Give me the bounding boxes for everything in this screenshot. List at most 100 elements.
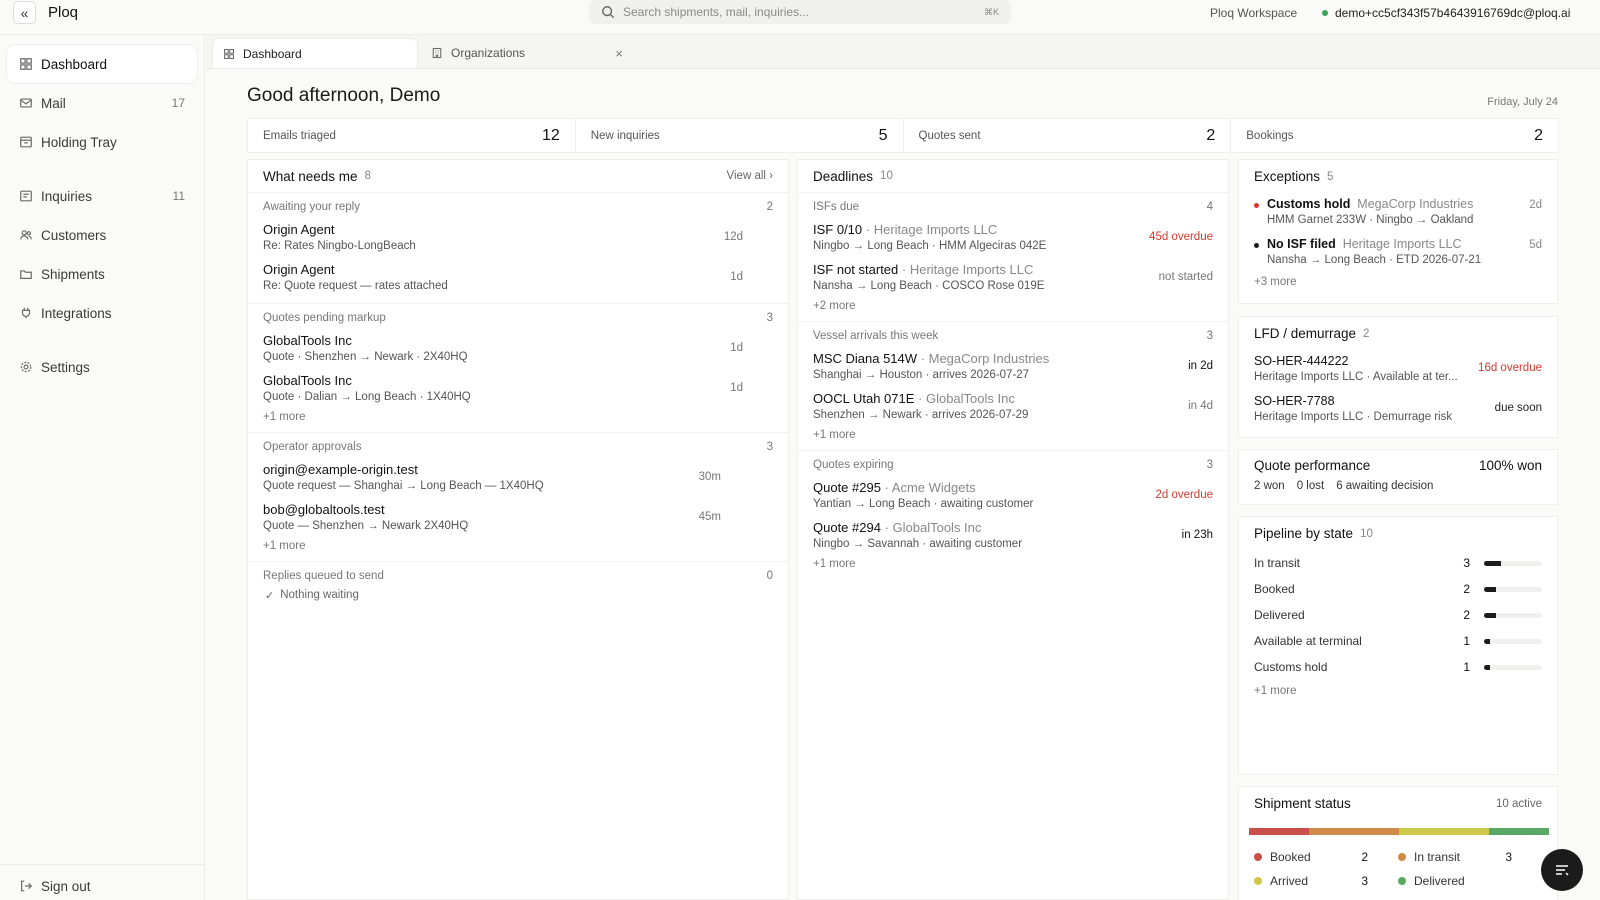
deadline-row[interactable]: Quote #295 · Acme Widgets Yantian → Long … bbox=[813, 475, 1213, 515]
list-item[interactable]: bob@globaltools.test Quote — Shenzhen → N… bbox=[263, 497, 773, 537]
pipeline-bar-track bbox=[1484, 638, 1542, 644]
empty-state-label: Nothing waiting bbox=[280, 589, 359, 601]
status-segment-booked bbox=[1249, 828, 1309, 835]
status-segment-delivered bbox=[1489, 828, 1549, 835]
sidebar-item-shipments[interactable]: Shipments bbox=[7, 255, 197, 293]
quote-breakdown: 2 won 0 lost 6 awaiting decision bbox=[1239, 480, 1557, 492]
panel-count: 10 bbox=[1360, 527, 1373, 540]
list-item[interactable]: GlobalTools Inc Quote · Shenzhen → Newark… bbox=[263, 328, 773, 368]
sidebar-item-label: Holding Tray bbox=[41, 134, 117, 150]
item-title: MSC Diana 514W bbox=[813, 351, 918, 366]
pipeline-bar-fill bbox=[1484, 586, 1496, 592]
show-more-link[interactable]: +1 more bbox=[813, 426, 1213, 444]
list-item[interactable]: GlobalTools Inc Quote · Dalian → Long Bea… bbox=[263, 368, 773, 408]
grid-icon bbox=[19, 57, 33, 71]
group-title: ISFs due bbox=[813, 201, 860, 213]
sidebar-item-settings[interactable]: Settings bbox=[7, 348, 197, 386]
sign-out-icon bbox=[19, 879, 33, 893]
group-count: 3 bbox=[766, 312, 773, 324]
sidebar-item-integrations[interactable]: Integrations bbox=[7, 294, 197, 332]
group-count: 3 bbox=[766, 441, 773, 453]
pipeline-row[interactable]: Available at terminal 1 bbox=[1239, 628, 1557, 654]
stat-quotes-sent: Quotes sent 2 bbox=[904, 119, 1232, 152]
item-subtitle: Re: Rates Ningbo-LongBeach bbox=[263, 240, 416, 252]
exception-row[interactable]: Customs hold MegaCorp Industries HMM Garn… bbox=[1239, 193, 1557, 233]
show-more-link[interactable]: +1 more bbox=[263, 408, 773, 426]
sidebar-item-customers[interactable]: Customers bbox=[7, 216, 197, 254]
sidebar-item-inquiries[interactable]: Inquiries 11 bbox=[7, 177, 197, 215]
sign-out-button[interactable]: Sign out bbox=[7, 867, 197, 900]
workspace-switcher[interactable]: Ploq Workspace bbox=[1210, 6, 1297, 20]
item-age: 45m bbox=[698, 511, 721, 523]
tab-dashboard[interactable]: Dashboard bbox=[212, 38, 418, 68]
pipeline-row[interactable]: Booked 2 bbox=[1239, 576, 1557, 602]
close-tab-icon[interactable]: × bbox=[615, 46, 623, 61]
item-title: GlobalTools Inc bbox=[263, 373, 352, 388]
collapse-sidebar-button[interactable]: « bbox=[13, 1, 36, 24]
item-title: Quote #294 bbox=[813, 520, 881, 535]
item-status: due soon bbox=[1494, 402, 1542, 414]
item-subtitle: Shenzhen → Newark · arrives 2026-07-29 bbox=[813, 409, 1029, 421]
search-input[interactable]: Search shipments, mail, inquiries... ⌘K bbox=[589, 0, 1011, 24]
list-item[interactable]: origin@example-origin.test Quote request … bbox=[263, 457, 773, 497]
quotes-lost: 0 lost bbox=[1296, 480, 1325, 492]
stat-label: Emails triaged bbox=[263, 129, 336, 142]
item-title: Origin Agent bbox=[263, 262, 335, 277]
assistant-fab-button[interactable] bbox=[1541, 849, 1583, 891]
empty-state: ✓ Nothing waiting bbox=[263, 586, 773, 604]
show-more-link[interactable]: +1 more bbox=[1239, 682, 1557, 700]
list-item[interactable]: Origin Agent Re: Rates Ningbo-LongBeach 12… bbox=[263, 217, 773, 257]
view-all-link[interactable]: View all › bbox=[727, 170, 773, 182]
grid-icon bbox=[223, 48, 235, 60]
status-segment-in-transit bbox=[1309, 828, 1399, 835]
active-count: 10 active bbox=[1495, 797, 1542, 810]
sidebar-item-dashboard[interactable]: Dashboard bbox=[7, 45, 197, 83]
lfd-row[interactable]: SO-HER-444222 Heritage Imports LLC · Avai… bbox=[1239, 350, 1557, 390]
tab-organizations[interactable]: Organizations × bbox=[421, 38, 627, 68]
deadline-row[interactable]: ISF not started · Heritage Imports LLC Na… bbox=[813, 257, 1213, 297]
sidebar-item-label: Mail bbox=[41, 95, 66, 111]
deadline-row[interactable]: OOCL Utah 071E · GlobalTools Inc Shenzhen… bbox=[813, 386, 1213, 426]
pipeline-bar-fill bbox=[1484, 664, 1490, 670]
show-more-link[interactable]: +3 more bbox=[1239, 273, 1557, 291]
show-more-link[interactable]: +1 more bbox=[813, 555, 1213, 573]
sign-out-label: Sign out bbox=[41, 878, 91, 894]
panel-header: Shipment status 10 active bbox=[1239, 787, 1557, 820]
stat-new-inquiries: New inquiries 5 bbox=[576, 119, 904, 152]
item-party: GlobalTools Inc bbox=[892, 520, 982, 535]
lfd-row[interactable]: SO-HER-7788 Heritage Imports LLC · Demurr… bbox=[1239, 390, 1557, 430]
item-title: SO-HER-7788 bbox=[1254, 394, 1335, 408]
pipeline-row[interactable]: Delivered 2 bbox=[1239, 602, 1557, 628]
lfd-demurrage-card: LFD / demurrage 2 SO-HER-444222 Heritage I… bbox=[1238, 316, 1558, 438]
panel-count: 5 bbox=[1327, 170, 1334, 183]
pipeline-row[interactable]: Customs hold 1 bbox=[1239, 654, 1557, 680]
item-title: ISF not started bbox=[813, 262, 899, 277]
panel-header: Pipeline by state 10 bbox=[1239, 517, 1557, 550]
pipeline-row[interactable]: In transit 3 bbox=[1239, 550, 1557, 576]
group-count: 3 bbox=[1206, 330, 1213, 342]
show-more-link[interactable]: +1 more bbox=[263, 537, 773, 555]
sidebar-item-mail[interactable]: Mail 17 bbox=[7, 84, 197, 122]
folder-icon bbox=[19, 267, 33, 281]
exception-row[interactable]: No ISF filed Heritage Imports LLC Nansha … bbox=[1239, 233, 1557, 273]
page-title: Good afternoon, Demo bbox=[247, 85, 441, 106]
deadline-row[interactable]: MSC Diana 514W · MegaCorp Industries Shan… bbox=[813, 346, 1213, 386]
item-age: 1d bbox=[730, 342, 743, 354]
item-title: GlobalTools Inc bbox=[263, 333, 352, 348]
show-more-link[interactable]: +2 more bbox=[813, 297, 1213, 315]
pipeline-label: Customs hold bbox=[1254, 660, 1328, 674]
pipeline-bar-fill bbox=[1484, 612, 1496, 618]
stat-value: 2 bbox=[1206, 126, 1216, 144]
deadline-row[interactable]: ISF 0/10 · Heritage Imports LLC Ningbo → … bbox=[813, 217, 1213, 257]
list-item[interactable]: Origin Agent Re: Quote request — rates at… bbox=[263, 257, 773, 297]
stat-label: Bookings bbox=[1246, 129, 1294, 142]
legend-dot bbox=[1398, 877, 1406, 885]
sidebar-item-holding-tray[interactable]: Holding Tray bbox=[7, 123, 197, 161]
online-status-dot bbox=[1322, 10, 1328, 16]
pipeline-count: 2 bbox=[1463, 582, 1470, 596]
item-title: ISF 0/10 bbox=[813, 222, 863, 237]
deadline-row[interactable]: Quote #294 · GlobalTools Inc Ningbo → Sav… bbox=[813, 515, 1213, 555]
what-needs-me-panel: What needs me 8 View all › Awaiting your… bbox=[247, 159, 789, 900]
user-menu[interactable]: demo+cc5cf343f57b4643916769dc@ploq.ai bbox=[1322, 6, 1570, 20]
search-shortcut: ⌘K bbox=[983, 6, 999, 17]
